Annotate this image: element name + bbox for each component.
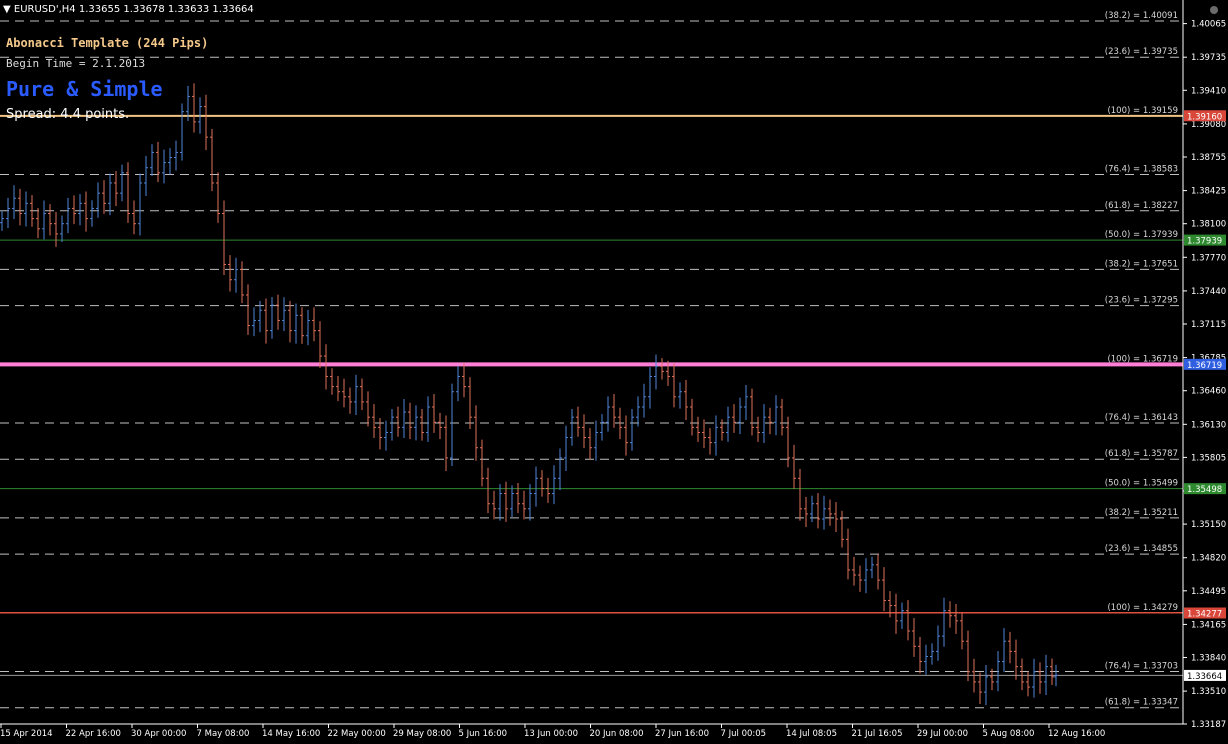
fib-level-label: (100) = 1.34279	[1107, 603, 1178, 613]
price-tag-label: 1.36719	[1187, 361, 1222, 371]
x-tick-label: 22 May 00:00	[328, 729, 386, 739]
price-tag-label: 1.33664	[1187, 672, 1222, 682]
fib-level-label: (23.6) = 1.39735	[1105, 47, 1178, 57]
y-tick-label: 1.38100	[1191, 220, 1226, 230]
x-tick-label: 22 Apr 16:00	[66, 729, 121, 739]
y-tick-label: 1.38755	[1191, 153, 1226, 163]
x-tick-label: 29 Jul 00:00	[917, 729, 968, 739]
y-tick-label: 1.37115	[1191, 320, 1226, 330]
chart-canvas[interactable]: (38.2) = 1.40091 (23.6) = 1.39735 (100) = …	[0, 0, 1228, 740]
x-tick-label: 27 Jun 16:00	[655, 729, 709, 739]
y-tick-label: 1.35805	[1191, 453, 1226, 463]
y-tick-label: 1.37440	[1191, 287, 1226, 297]
fib-level-label: (76.4) = 1.33703	[1105, 661, 1178, 671]
price-tag-label: 1.37939	[1187, 237, 1222, 247]
y-tick-label: 1.36130	[1191, 420, 1226, 430]
y-tick-label: 1.38425	[1191, 187, 1226, 197]
axes-layer: 1.400651.397351.394101.390801.387551.384…	[0, 0, 1226, 739]
fib-level-label: (61.8) = 1.38227	[1105, 201, 1178, 211]
y-tick-label: 1.33510	[1191, 687, 1226, 697]
fib-level-label: (50.0) = 1.35499	[1105, 479, 1178, 489]
y-tick-label: 1.34820	[1191, 554, 1226, 564]
price-tag-label: 1.34277	[1187, 610, 1222, 620]
y-tick-label: 1.35150	[1191, 520, 1226, 530]
fib-level-label: (61.8) = 1.33347	[1105, 698, 1178, 708]
begin-time-label: Begin Time = 2.1.2013	[6, 57, 146, 70]
x-tick-label: 21 Jul 16:05	[852, 729, 903, 739]
price-chart[interactable]: (38.2) = 1.40091 (23.6) = 1.39735 (100) = …	[0, 0, 1228, 740]
fib-level-label: (23.6) = 1.37295	[1105, 296, 1178, 306]
y-tick-label: 1.33187	[1191, 720, 1226, 730]
fib-level-label: (76.4) = 1.38583	[1105, 165, 1178, 175]
menu-icon[interactable]	[1205, 2, 1223, 16]
fib-levels-layer: (38.2) = 1.40091 (23.6) = 1.39735 (100) = …	[0, 11, 1183, 709]
spread-label: Spread: 4.4 points.	[6, 107, 130, 122]
y-tick-label: 1.34165	[1191, 620, 1226, 630]
x-tick-label: 7 Jul 00:05	[721, 729, 767, 739]
x-tick-label: 12 Aug 16:00	[1048, 729, 1105, 739]
y-tick-label: 1.37770	[1191, 253, 1226, 263]
symbol-dropdown-icon[interactable]: ▼	[3, 4, 11, 15]
symbol-quote-text: EURUSD',H4 1.33655 1.33678 1.33633 1.336…	[13, 4, 254, 15]
y-tick-label: 1.39410	[1191, 86, 1226, 96]
fib-level-label: (100) = 1.36719	[1107, 354, 1178, 364]
symbol-header: ▼ EURUSD',H4 1.33655 1.33678 1.33633 1.3…	[3, 4, 254, 15]
x-tick-label: 14 Jul 08:05	[786, 729, 837, 739]
x-tick-label: 5 Jun 16:00	[459, 729, 508, 739]
y-tick-label: 1.33840	[1191, 654, 1226, 664]
y-tick-label: 1.34495	[1191, 587, 1226, 597]
price-tag-label: 1.39160	[1187, 112, 1222, 122]
x-tick-label: 7 May 08:00	[197, 729, 250, 739]
y-tick-label: 1.36460	[1191, 387, 1226, 397]
y-tick-label: 1.40065	[1191, 20, 1226, 30]
fib-level-label: (76.4) = 1.36143	[1105, 413, 1178, 423]
x-tick-label: 14 May 16:00	[262, 729, 320, 739]
fib-level-label: (61.8) = 1.35787	[1105, 449, 1178, 459]
fib-level-label: (50.0) = 1.37939	[1105, 230, 1178, 240]
fib-level-label: (38.2) = 1.37651	[1105, 259, 1178, 269]
x-tick-label: 5 Aug 08:00	[983, 729, 1035, 739]
x-tick-label: 29 May 08:00	[393, 729, 451, 739]
brand-label: Pure & Simple	[6, 77, 163, 101]
price-tag-label: 1.35498	[1187, 485, 1222, 495]
candles-layer	[0, 83, 1058, 706]
x-tick-label: 13 Jun 00:00	[524, 729, 578, 739]
fib-level-label: (23.6) = 1.34855	[1105, 544, 1178, 554]
fib-level-label: (38.2) = 1.40091	[1105, 11, 1178, 21]
template-label: Abonacci Template (244 Pips)	[6, 36, 209, 50]
x-tick-label: 15 Apr 2014	[0, 729, 53, 739]
fib-level-label: (100) = 1.39159	[1107, 106, 1178, 116]
fib-level-label: (38.2) = 1.35211	[1105, 508, 1178, 518]
y-tick-label: 1.39735	[1191, 53, 1226, 63]
x-tick-label: 30 Apr 00:00	[131, 729, 186, 739]
x-tick-label: 20 Jun 08:00	[590, 729, 644, 739]
